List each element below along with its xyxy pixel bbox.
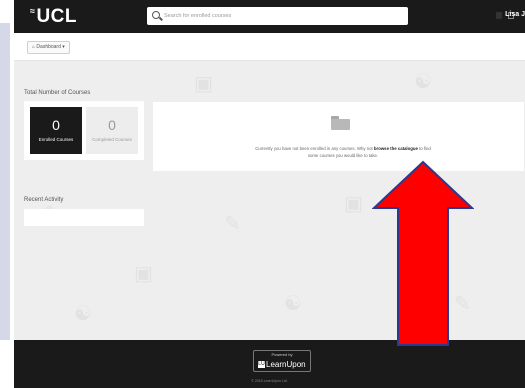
sub-navigation-bar: ⌂ Dashboard ▾	[14, 33, 525, 61]
background-pattern-icon: ✎	[224, 213, 241, 235]
dashboard-dropdown-button[interactable]: ⌂ Dashboard ▾	[27, 41, 70, 54]
logo-text: UCL	[36, 6, 78, 27]
recent-activity-panel	[24, 209, 144, 226]
top-navigation-bar: ≈UCL Lisa J	[14, 0, 525, 33]
arrow-shape	[372, 160, 474, 346]
folder-open-icon	[331, 116, 350, 130]
browse-catalogue-link[interactable]: browse the catalogue	[374, 146, 418, 151]
enrolled-label: Enrolled Courses	[38, 137, 74, 142]
background-pattern-icon: ☯	[414, 71, 432, 93]
search-box[interactable]	[147, 7, 514, 25]
ucl-logo[interactable]: ≈UCL	[30, 6, 77, 28]
powered-by-text: Powered by	[271, 352, 293, 357]
background-pattern-icon: ☯	[74, 303, 92, 325]
catalogue-icon[interactable]	[496, 12, 502, 19]
background-pattern-icon: ▣	[134, 263, 153, 285]
red-arrow-annotation	[372, 160, 474, 346]
no-courses-message: Currently you have not been enrolled in …	[253, 146, 433, 159]
dashboard-label: Dashboard ▾	[36, 44, 65, 50]
recent-activity-title: Recent Activity	[24, 197, 64, 203]
completed-label: Completed Courses	[92, 137, 132, 142]
total-courses-title: Total Number of Courses	[24, 90, 91, 96]
page-footer: Powered by LULearnUpon © 2018 LearnUpon …	[14, 340, 525, 388]
copyright-text: © 2018 LearnUpon Ltd.	[251, 379, 288, 383]
background-pattern-icon: ▣	[194, 73, 213, 95]
background-pattern-icon: ☯	[284, 293, 302, 315]
enrolled-count: 0	[52, 117, 60, 133]
enrolled-courses-tile[interactable]: 0 Enrolled Courses	[30, 107, 82, 154]
user-name-menu[interactable]: Lisa J	[505, 11, 525, 18]
logo-mark: ≈	[30, 6, 36, 16]
learnupon-icon: LU	[258, 361, 265, 369]
message-text-before: Currently you have not been enrolled in …	[255, 146, 373, 151]
background-pattern-icon: ▣	[344, 193, 363, 215]
left-accent-strip	[0, 23, 10, 340]
powered-by-badge[interactable]: Powered by LULearnUpon	[253, 350, 311, 372]
completed-courses-tile[interactable]: 0 Completed Courses	[86, 107, 138, 154]
learnupon-text: LearnUpon	[266, 360, 306, 369]
search-input[interactable]	[164, 7, 344, 25]
search-icon	[152, 11, 160, 19]
learnupon-brand: LULearnUpon	[258, 360, 306, 369]
course-stats-card: 0 Enrolled Courses 0 Completed Courses	[24, 101, 144, 160]
completed-count: 0	[108, 117, 116, 133]
